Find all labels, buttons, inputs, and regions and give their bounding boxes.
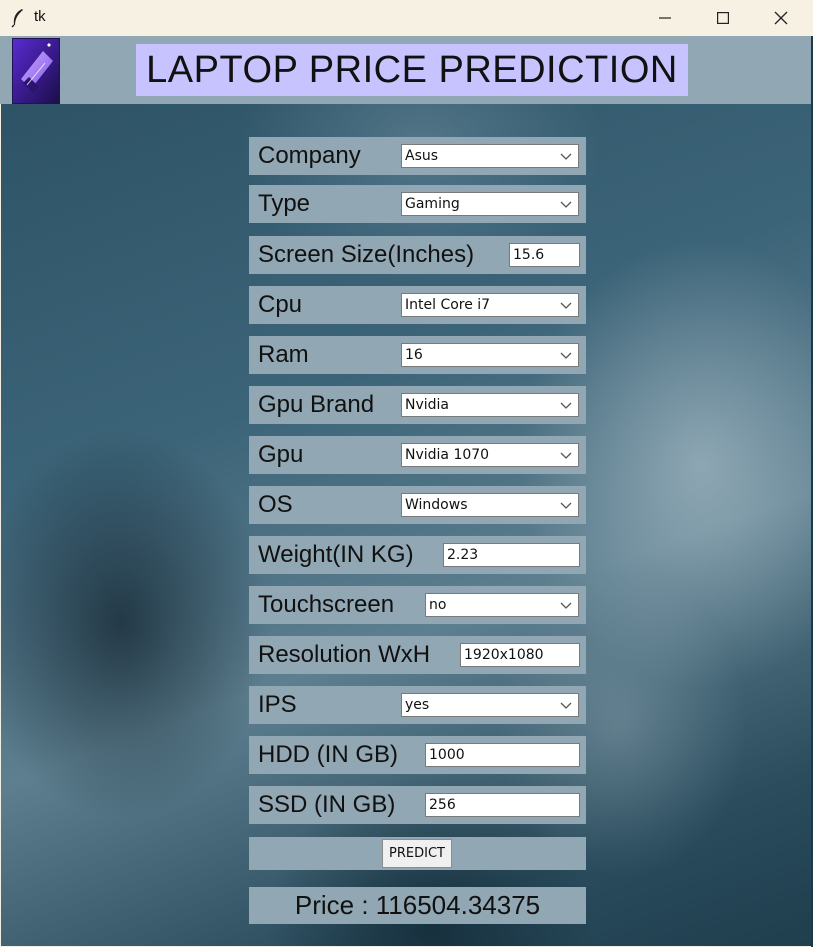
ssd-row: SSD (IN GB) 256 [249, 786, 586, 824]
hdd-value: 1000 [429, 747, 465, 763]
gpu-brand-dropdown[interactable]: Nvidia [401, 393, 579, 417]
gpu-row: Gpu Nvidia 1070 [249, 436, 586, 474]
predict-row: PREDICT [249, 837, 586, 870]
screen-size-value: 15.6 [513, 247, 545, 263]
ram-row: Ram 16 [249, 336, 586, 374]
maximize-button[interactable] [694, 0, 752, 36]
hdd-row: HDD (IN GB) 1000 [249, 736, 586, 774]
os-row: OS Windows [249, 486, 586, 524]
touchscreen-label: Touchscreen [258, 591, 395, 618]
price-result: Price : 116504.34375 [294, 890, 541, 920]
hdd-label: HDD (IN GB) [258, 741, 398, 768]
hdd-input[interactable]: 1000 [425, 743, 580, 767]
chevron-down-icon [560, 702, 572, 709]
cpu-label: Cpu [258, 291, 303, 318]
close-button[interactable] [752, 0, 810, 36]
header-strip: LAPTOP PRICE PREDICTION [0, 36, 811, 104]
company-label: Company [258, 142, 361, 169]
gpu-brand-label: Gpu Brand [258, 391, 375, 418]
touchscreen-dropdown[interactable]: no [425, 593, 579, 617]
screen-size-input[interactable]: 15.6 [509, 243, 580, 267]
type-row: Type Gaming [249, 185, 586, 223]
os-label: OS [258, 491, 293, 518]
weight-value: 2.23 [447, 547, 479, 563]
resolution-input[interactable]: 1920x1080 [460, 643, 580, 667]
touchscreen-value: no [429, 597, 447, 613]
window-titlebar: tk [0, 0, 813, 36]
tk-feather-icon [11, 9, 23, 28]
type-dropdown[interactable]: Gaming [401, 192, 579, 216]
cpu-row: Cpu Intel Core i7 [249, 286, 586, 324]
chevron-down-icon [560, 402, 572, 409]
chevron-down-icon [560, 602, 572, 609]
minimize-icon [659, 17, 671, 19]
ssd-value: 256 [429, 797, 456, 813]
ips-label: IPS [258, 691, 297, 718]
chevron-down-icon [560, 153, 572, 160]
gpu-dropdown[interactable]: Nvidia 1070 [401, 443, 579, 467]
weight-label: Weight(IN KG) [258, 541, 414, 568]
cpu-value: Intel Core i7 [405, 297, 491, 313]
minimize-button[interactable] [636, 0, 694, 36]
type-value: Gaming [405, 196, 460, 212]
app-heading: LAPTOP PRICE PREDICTION [136, 44, 688, 96]
cpu-dropdown[interactable]: Intel Core i7 [401, 293, 579, 317]
ips-value: yes [405, 697, 430, 713]
ssd-label: SSD (IN GB) [258, 791, 396, 818]
gpu-brand-row: Gpu Brand Nvidia [249, 386, 586, 424]
price-row: Price : 116504.34375 [249, 887, 586, 924]
weight-input[interactable]: 2.23 [443, 543, 580, 567]
gpu-label: Gpu [258, 441, 304, 468]
gpu-brand-value: Nvidia [405, 397, 450, 413]
screen-size-label: Screen Size(Inches) [258, 241, 475, 268]
resolution-value: 1920x1080 [464, 647, 544, 663]
ips-dropdown[interactable]: yes [401, 693, 579, 717]
type-label: Type [258, 190, 311, 217]
close-icon [774, 11, 788, 25]
touchscreen-row: Touchscreen no [249, 586, 586, 624]
chevron-down-icon [560, 201, 572, 208]
chevron-down-icon [560, 502, 572, 509]
chevron-down-icon [560, 302, 572, 309]
resolution-row: Resolution WxH 1920x1080 [249, 636, 586, 674]
ram-label: Ram [258, 341, 309, 368]
os-dropdown[interactable]: Windows [401, 493, 579, 517]
predict-button[interactable]: PREDICT [382, 839, 452, 868]
gpu-value: Nvidia 1070 [405, 447, 490, 463]
screen-size-row: Screen Size(Inches) 15.6 [249, 236, 586, 274]
chevron-down-icon [560, 452, 572, 459]
window-title: tk [34, 8, 46, 25]
laptop-logo-icon [12, 38, 60, 104]
ram-dropdown[interactable]: 16 [401, 343, 579, 367]
chevron-down-icon [560, 352, 572, 359]
resolution-label: Resolution WxH [258, 641, 431, 668]
company-row: Company Asus [249, 137, 586, 175]
ssd-input[interactable]: 256 [425, 793, 580, 817]
os-value: Windows [405, 497, 468, 513]
weight-row: Weight(IN KG) 2.23 [249, 536, 586, 574]
company-dropdown[interactable]: Asus [401, 144, 579, 168]
ips-row: IPS yes [249, 686, 586, 724]
maximize-icon [717, 12, 729, 24]
company-value: Asus [405, 148, 439, 164]
ram-value: 16 [405, 347, 423, 363]
